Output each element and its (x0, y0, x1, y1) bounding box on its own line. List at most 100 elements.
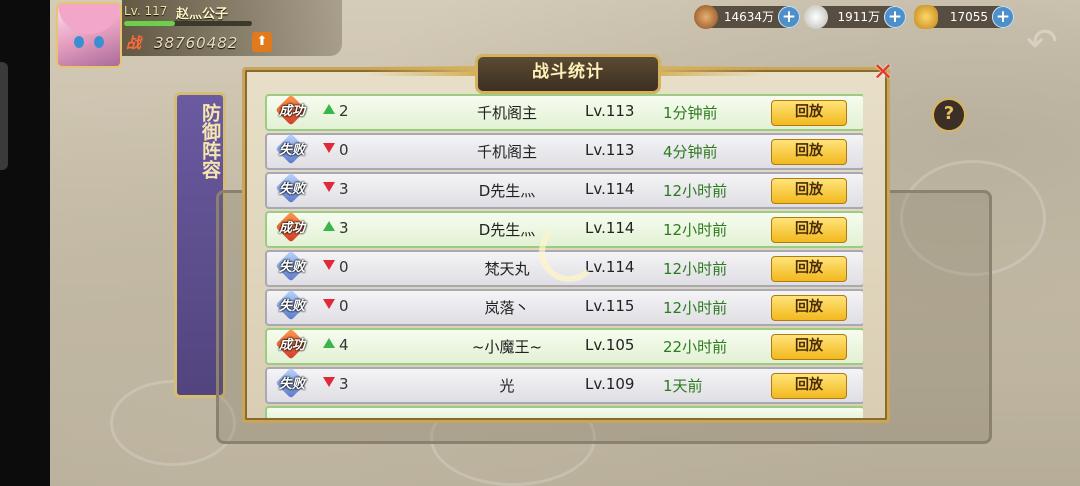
add-copper-button[interactable]: + (778, 6, 800, 28)
replay-button[interactable]: 回放 (771, 100, 847, 126)
defeat-badge-icon: 失败 (275, 172, 309, 206)
defeat-badge-icon: 失败 (275, 133, 309, 167)
copper-coin-icon (694, 5, 718, 29)
resource-rice: 1911万 + (804, 5, 906, 29)
resource-value: 1911万 (837, 10, 880, 24)
opponent-name: 岚落丶 (484, 299, 530, 317)
battle-row: 成功 4 ~小魔王~ Lv.105 22小时前 回放 (265, 328, 863, 365)
rank-change: 4 (339, 336, 349, 354)
result-badge-text: 失败 (278, 143, 305, 158)
rank-down-arrow-icon (323, 260, 335, 270)
loading-spinner-icon (539, 222, 599, 282)
opponent-level: Lv.113 (585, 141, 635, 159)
result-badge-text: 成功 (278, 221, 305, 236)
battle-row: 失败 3 光 Lv.109 1天前 回放 (265, 367, 863, 404)
back-arrow-icon[interactable]: ↶ (1018, 22, 1066, 66)
dialog-title: 战斗统计 (475, 54, 661, 94)
opponent-level: Lv.109 (585, 375, 635, 393)
opponent-name: 千机阁主 (476, 104, 537, 122)
rank-up-arrow-icon (323, 221, 335, 231)
battle-time: 4分钟前 (663, 143, 718, 161)
replay-button[interactable]: 回放 (771, 334, 847, 360)
resource-gold: 17055 + (914, 5, 1014, 29)
rank-change: 0 (339, 297, 349, 315)
replay-button[interactable]: 回放 (771, 178, 847, 204)
help-icon[interactable]: ? (932, 98, 966, 132)
battle-time: 22小时前 (663, 338, 728, 356)
battle-time: 12小时前 (663, 260, 728, 278)
battle-time: 12小时前 (663, 182, 728, 200)
rank-change: 0 (339, 258, 349, 276)
rank-down-arrow-icon (323, 143, 335, 153)
resource-value: 14634万 (723, 10, 774, 24)
rank-change: 3 (339, 180, 349, 198)
battle-row: 成功 2 千机阁主 Lv.113 1分钟前 回放 (265, 94, 863, 131)
result-badge-text: 成功 (278, 338, 305, 353)
replay-button[interactable]: 回放 (771, 373, 847, 399)
replay-button[interactable]: 回放 (771, 256, 847, 282)
battle-row: 失败 3 D先生灬 Lv.114 12小时前 回放 (265, 172, 863, 209)
rank-up-arrow-icon (323, 104, 335, 114)
battle-time: 1分钟前 (663, 104, 718, 122)
opponent-name: 千机阁主 (476, 143, 537, 161)
victory-badge-icon: 成功 (275, 328, 309, 362)
system-edge-bar (0, 0, 50, 486)
add-rice-button[interactable]: + (884, 6, 906, 28)
defeat-badge-icon: 失败 (275, 367, 309, 401)
opponent-name: 光 (499, 377, 515, 395)
rice-icon (804, 5, 828, 29)
defense-lineup-label: 防御阵容 (199, 103, 221, 179)
game-screen: Lv. 117 赵灬公子 战 38760482 ⬆ 14634万 + 1911万… (50, 0, 1080, 486)
rank-down-arrow-icon (323, 299, 335, 309)
player-name: 赵灬公子 (176, 7, 229, 22)
replay-button[interactable]: 回放 (771, 139, 847, 165)
battle-row (265, 406, 863, 418)
battle-time: 1天前 (663, 377, 703, 395)
power-label: 战 (126, 34, 142, 52)
opponent-level: Lv.115 (585, 297, 635, 315)
rank-down-arrow-icon (323, 377, 335, 387)
replay-button[interactable]: 回放 (771, 217, 847, 243)
battle-row: 失败 0 岚落丶 Lv.115 12小时前 回放 (265, 289, 863, 326)
rank-change: 3 (339, 375, 349, 393)
avatar-eye (94, 36, 104, 48)
title-ornament (365, 66, 475, 76)
add-gold-button[interactable]: + (992, 6, 1014, 28)
rank-change: 0 (339, 141, 349, 159)
gold-ingot-icon (914, 5, 938, 29)
rank-up-arrow-icon (323, 338, 335, 348)
close-icon[interactable]: ✕ (871, 60, 895, 84)
opponent-level: Lv.114 (585, 180, 635, 198)
avatar[interactable] (56, 2, 122, 68)
victory-badge-icon: 成功 (275, 94, 309, 128)
battle-stats-dialog: 战斗统计 ✕ 成功 2 千机阁主 Lv.113 1分钟前 回放 失败 0 千机阁主 Lv.113 4… (242, 54, 893, 423)
result-badge-text: 失败 (278, 299, 305, 314)
avatar-hair (58, 4, 120, 34)
opponent-level: Lv.105 (585, 336, 635, 354)
opponent-name: ~小魔王~ (471, 338, 543, 356)
battle-time: 12小时前 (663, 299, 728, 317)
defeat-badge-icon: 失败 (275, 250, 309, 284)
result-badge-text: 失败 (278, 260, 305, 275)
replay-button[interactable]: 回放 (771, 295, 847, 321)
result-badge-text: 成功 (278, 104, 305, 119)
edge-panel-handle[interactable] (0, 62, 8, 170)
victory-badge-icon: 成功 (275, 211, 309, 245)
power-value: 38760482 (154, 34, 239, 52)
result-badge-text: 失败 (278, 182, 305, 197)
title-ornament (655, 66, 765, 76)
xp-bar (124, 21, 252, 26)
power-up-arrow-icon[interactable]: ⬆ (252, 32, 272, 52)
rank-down-arrow-icon (323, 182, 335, 192)
avatar-eye (74, 36, 84, 48)
rank-change: 3 (339, 219, 349, 237)
battle-row: 失败 0 千机阁主 Lv.113 4分钟前 回放 (265, 133, 863, 170)
opponent-level: Lv.113 (585, 102, 635, 120)
resource-value: 17055 (949, 10, 988, 24)
resource-copper: 14634万 + (694, 5, 800, 29)
result-badge-text: 失败 (278, 377, 305, 392)
xp-bar-fill (124, 21, 176, 26)
player-level: Lv. 117 (124, 4, 168, 18)
defeat-badge-icon: 失败 (275, 289, 309, 323)
opponent-name: D先生灬 (478, 182, 536, 200)
